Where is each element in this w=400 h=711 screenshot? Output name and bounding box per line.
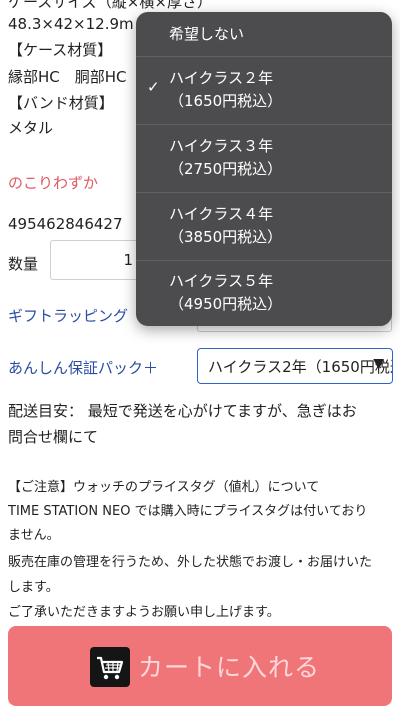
option-high-class-4yr[interactable]: ハイクラス４年 （3850円税込） (136, 193, 392, 260)
option-label: ハイクラス４年 (169, 205, 274, 223)
add-to-cart-label: カートに入れる (138, 653, 321, 682)
option-price: （1650円税込） (169, 92, 283, 110)
option-label: ハイクラス３年 (169, 137, 274, 155)
warranty-options-menu[interactable]: 希望しない ✓ ハイクラス２年 （1650円税込） ハイクラス３年 （2750円… (136, 12, 392, 326)
spec-size: 48.3×42×12.9m (8, 15, 134, 33)
warranty-label: あんしん保証パック＋ (8, 359, 159, 377)
delivery-estimate-line1: 配送目安： 最短で発送を心がけてますが、急ぎはお (8, 402, 357, 420)
gift-wrapping-label[interactable]: ギフトラッピング (8, 305, 128, 326)
option-price: （3850円税込） (169, 228, 283, 246)
quantity-input[interactable]: 1 (50, 240, 140, 280)
notice-line: TIME STATION NEO では購入時にプライスタグは付いており (8, 504, 368, 519)
option-high-class-2yr[interactable]: ✓ ハイクラス２年 （1650円税込） (136, 57, 392, 124)
notice-line: 販売在庫の管理を行うため、外した状態でお渡し・お届けいた (8, 555, 373, 570)
option-price: （4950円税込） (169, 295, 283, 313)
notice-line: します。 (8, 580, 59, 595)
add-to-cart-button[interactable]: カートに入れる (8, 626, 392, 706)
jan-code: 495462846427 (8, 215, 123, 233)
warranty-select-value: ハイクラス2年（1650円税込） (208, 358, 392, 376)
option-label: 希望しない (169, 25, 245, 43)
notice-heading: 【ご注意】ウォッチのプライスタグ（値札）について (8, 480, 320, 495)
checkmark-icon: ✓ (147, 78, 160, 96)
option-label: ハイクラス２年 (169, 69, 274, 87)
option-none[interactable]: 希望しない (136, 12, 392, 56)
spec-size-heading: ケースサイズ（縦×横×厚さ） (8, 0, 212, 11)
stock-status: のこりわずか (8, 174, 99, 192)
notice-line: ご了承いただきますようお願い申し上げます。 (8, 605, 280, 620)
option-label: ハイクラス５年 (169, 272, 274, 290)
spec-case-material: 縁部HC 胴部HC (8, 68, 127, 86)
spec-band-material-heading: 【バンド材質】 (8, 94, 114, 112)
quantity-label: 数量 (8, 255, 39, 273)
spec-band-material: メタル (8, 119, 54, 137)
option-high-class-5yr[interactable]: ハイクラス５年 （4950円税込） (136, 261, 392, 326)
warranty-select[interactable]: ハイクラス2年（1650円税込） ▼ (197, 348, 393, 384)
option-price: （2750円税込） (169, 160, 283, 178)
option-high-class-3yr[interactable]: ハイクラス３年 （2750円税込） (136, 125, 392, 192)
chevron-down-icon: ▼ (373, 356, 384, 372)
delivery-estimate-line2: 問合せ欄にて (8, 428, 99, 446)
shopping-cart-icon (90, 647, 130, 687)
notice-line: ません。 (8, 528, 60, 543)
spec-case-material-heading: 【ケース材質】 (8, 41, 113, 59)
